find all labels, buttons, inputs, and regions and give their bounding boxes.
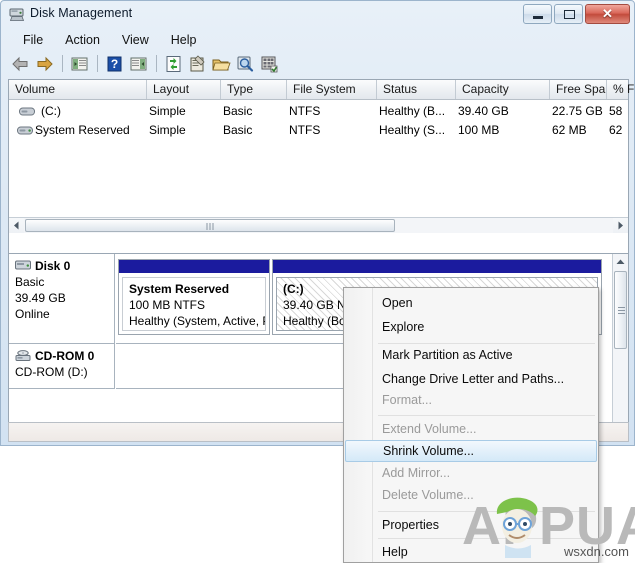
column-header-layout[interactable]: Layout (147, 80, 221, 99)
cell-percent-free: 58 (609, 104, 623, 118)
partition-capacity-bar (119, 260, 269, 274)
svg-text:?: ? (111, 57, 118, 71)
cell-file-system: NTFS (289, 104, 321, 118)
volume-list: (C:) Simple Basic NTFS Healthy (B... 39.… (9, 100, 628, 233)
titlebar[interactable]: Disk Management ✕ (1, 1, 634, 29)
cell-layout: Simple (149, 123, 186, 137)
cell-type: Basic (223, 104, 253, 118)
cell-percent-free: 62 (609, 123, 623, 137)
column-header-status[interactable]: Status (377, 80, 456, 99)
drive-icon (17, 126, 33, 135)
column-header-percent-free[interactable]: % F (607, 80, 635, 99)
toolbar-separator (62, 55, 63, 72)
back-icon[interactable] (9, 53, 32, 75)
menu-action[interactable]: Action (54, 31, 111, 49)
close-icon: ✕ (602, 6, 613, 21)
rescan-disks-icon[interactable] (234, 53, 257, 75)
open-folder-icon[interactable] (210, 53, 233, 75)
vertical-scrollbar[interactable] (612, 254, 628, 438)
context-menu-item-format: Format... (382, 393, 433, 407)
menu-help[interactable]: Help (160, 31, 208, 49)
context-menu-item-change-drive-letter-and-paths[interactable]: Change Drive Letter and Paths... (345, 368, 597, 390)
scroll-up-arrow-icon[interactable] (613, 254, 628, 269)
context-menu-separator (378, 415, 595, 416)
cdrom0-label[interactable]: CD-ROM 0 CD-ROM (D:) (9, 344, 115, 389)
context-menu-item-shrink-volume[interactable]: Shrink Volume... (345, 440, 597, 462)
cell-status: Healthy (B... (379, 104, 446, 118)
menu-file[interactable]: File (12, 31, 54, 49)
cdrom-icon (15, 350, 31, 361)
properties-icon[interactable] (186, 53, 209, 75)
cell-free-space: 62 MB (552, 123, 587, 137)
drive-icon (19, 107, 35, 116)
minimize-button[interactable] (523, 4, 552, 24)
screen: Disk Management ✕ File Action View Help (0, 0, 635, 563)
column-header-free-space[interactable]: Free Spa... (550, 80, 607, 99)
cell-status: Healthy (S... (379, 123, 446, 137)
context-menu-item-open[interactable]: Open (345, 292, 597, 314)
scroll-grip-icon (618, 307, 625, 314)
disk0-name: Disk 0 (35, 259, 71, 273)
column-header-type[interactable]: Type (221, 80, 287, 99)
watermark-mascot-icon (496, 497, 538, 558)
context-menu-item-extend-volume: Extend Volume... (382, 422, 477, 436)
scroll-left-arrow-icon[interactable] (9, 218, 24, 233)
maximize-icon (564, 10, 575, 19)
scroll-grip-icon (206, 223, 214, 230)
partition-system-reserved[interactable]: System Reserved 100 MB NTFS Healthy (Sys… (118, 259, 270, 335)
show-hide-console-tree-icon[interactable] (68, 53, 91, 75)
close-button[interactable]: ✕ (585, 4, 630, 24)
cell-free-space: 22.75 GB (552, 104, 603, 118)
window-title: Disk Management (30, 6, 133, 20)
toolbar: ? (2, 50, 635, 77)
context-menu-item-add-mirror: Add Mirror... (382, 466, 451, 480)
disk0-line-size: 39.49 GB (15, 291, 66, 305)
horizontal-scroll-thumb[interactable] (25, 219, 395, 232)
partition-status: Healthy (System, Active, P (129, 314, 266, 328)
toolbar-separator (156, 55, 157, 72)
context-menu-item-explore[interactable]: Explore (345, 316, 597, 338)
disk0-line-status: Online (15, 307, 50, 321)
cell-type: Basic (223, 123, 253, 137)
toolbar-separator (97, 55, 98, 72)
minimize-icon (533, 16, 543, 19)
maximize-button[interactable] (554, 4, 583, 24)
cell-volume: System Reserved (35, 123, 130, 137)
cell-capacity: 100 MB (458, 123, 500, 137)
refresh-icon[interactable] (162, 53, 185, 75)
horizontal-scrollbar[interactable] (9, 217, 628, 233)
menubar: File Action View Help (2, 29, 635, 50)
disk-icon (15, 260, 31, 270)
cdrom0-name: CD-ROM 0 (35, 349, 95, 363)
disk0-line-basic: Basic (15, 275, 45, 289)
cell-volume: (C:) (41, 104, 61, 118)
window-controls: ✕ (523, 4, 630, 24)
show-hide-action-pane-icon[interactable] (127, 53, 150, 75)
vertical-scroll-thumb[interactable] (614, 271, 627, 349)
partition-capacity-bar (273, 260, 601, 274)
scroll-right-arrow-icon[interactable] (613, 218, 628, 233)
partition-info: System Reserved 100 MB NTFS Healthy (Sys… (122, 277, 266, 331)
column-header-volume[interactable]: Volume (9, 80, 147, 99)
disk0-label[interactable]: Disk 0 Basic 39.49 GB Online (9, 254, 115, 344)
table-row[interactable]: System Reserved Simple Basic NTFS Health… (9, 121, 628, 140)
disk-management-icon (9, 8, 25, 21)
column-header-file-system[interactable]: File System (287, 80, 377, 99)
cell-capacity: 39.40 GB (458, 104, 509, 118)
table-row[interactable]: (C:) Simple Basic NTFS Healthy (B... 39.… (9, 102, 628, 121)
forward-icon[interactable] (33, 53, 56, 75)
cell-layout: Simple (149, 104, 186, 118)
all-tasks-icon[interactable] (258, 53, 281, 75)
cdrom0-line-drive: CD-ROM (D:) (15, 365, 88, 379)
cell-file-system: NTFS (289, 123, 321, 137)
partition-title: System Reserved (129, 282, 230, 296)
column-header-capacity[interactable]: Capacity (456, 80, 550, 99)
horizontal-scroll-track[interactable] (24, 218, 613, 233)
context-menu-item-mark-partition-as-active[interactable]: Mark Partition as Active (345, 344, 597, 366)
help-icon[interactable]: ? (103, 53, 126, 75)
volume-list-header: Volume Layout Type File System Status Ca… (9, 80, 634, 100)
watermark-site: wsxdn.com (563, 544, 629, 559)
partition-size: 100 MB NTFS (129, 298, 206, 312)
menu-view[interactable]: View (111, 31, 160, 49)
